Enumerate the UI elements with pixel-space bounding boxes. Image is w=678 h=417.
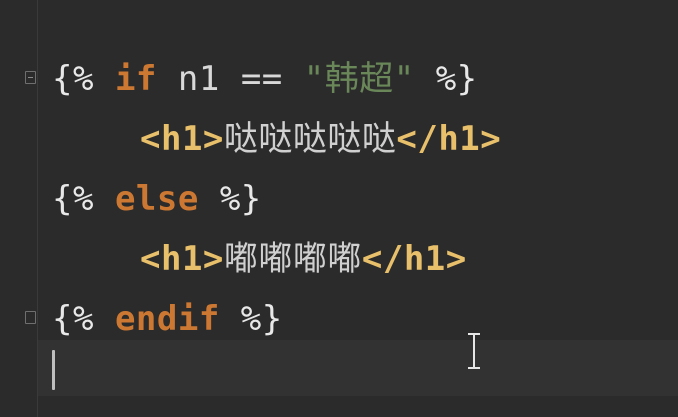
template-close: %} — [240, 299, 283, 339]
fold-end-marker-icon[interactable] — [25, 311, 36, 324]
code-editor[interactable]: {% if n1 == "韩超" %} <h1>哒哒哒哒哒</h1> {% el… — [0, 0, 678, 417]
h1-open-tag: <h1> — [140, 119, 224, 159]
code-line-h1-if[interactable]: <h1>哒哒哒哒哒</h1> — [140, 114, 501, 164]
current-line-highlight — [38, 340, 678, 396]
h1-text: 嘟嘟嘟嘟 — [223, 239, 362, 279]
string-literal: "韩超" — [303, 59, 415, 99]
template-open: {% — [52, 59, 94, 99]
h1-close-tag: </h1> — [396, 119, 502, 159]
text-caret — [52, 350, 55, 390]
h1-open-tag: <h1> — [140, 239, 224, 279]
h1-close-tag: </h1> — [361, 239, 467, 279]
keyword-endif: endif — [114, 299, 220, 339]
code-line-endif[interactable]: {% endif %} — [52, 294, 283, 344]
variable-n1: n1 — [177, 59, 220, 99]
h1-text: 哒哒哒哒哒 — [223, 119, 397, 159]
template-close: %} — [435, 59, 478, 99]
template-open: {% — [52, 179, 94, 219]
template-open: {% — [52, 299, 94, 339]
code-line-h1-else[interactable]: <h1>嘟嘟嘟嘟</h1> — [140, 234, 467, 284]
code-line-if[interactable]: {% if n1 == "韩超" %} — [52, 54, 478, 104]
text-cursor-icon — [467, 333, 481, 369]
keyword-else: else — [114, 179, 199, 219]
code-line-else[interactable]: {% else %} — [52, 174, 262, 224]
fold-marker-icon[interactable] — [25, 71, 36, 84]
template-close: %} — [219, 179, 262, 219]
keyword-if: if — [114, 59, 157, 99]
operator-equals: == — [240, 59, 283, 99]
